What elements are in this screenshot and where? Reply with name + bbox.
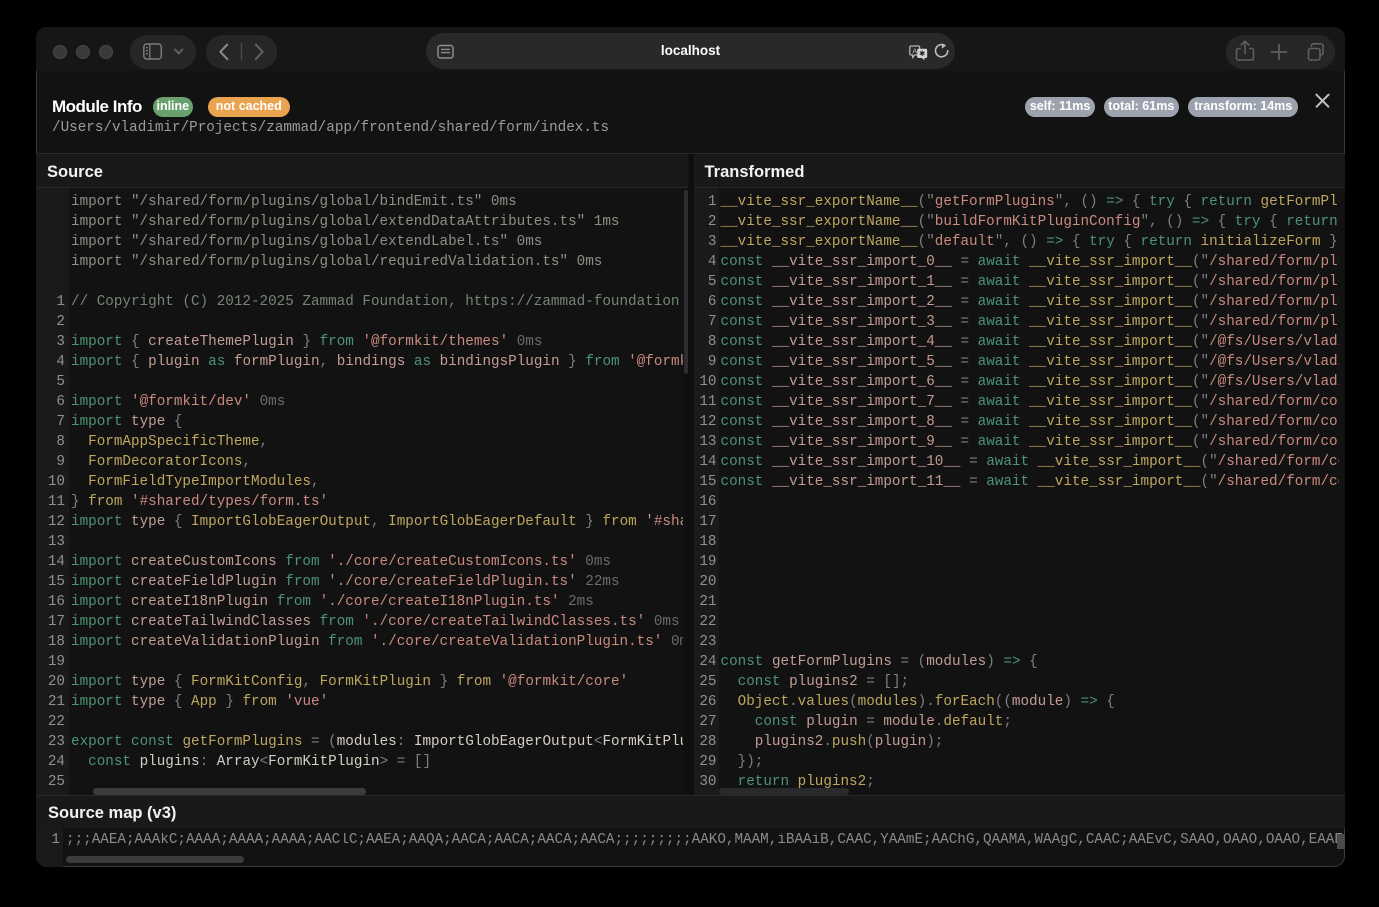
svg-text:✱: ✱ <box>919 49 926 58</box>
svg-text:A: A <box>912 46 917 55</box>
